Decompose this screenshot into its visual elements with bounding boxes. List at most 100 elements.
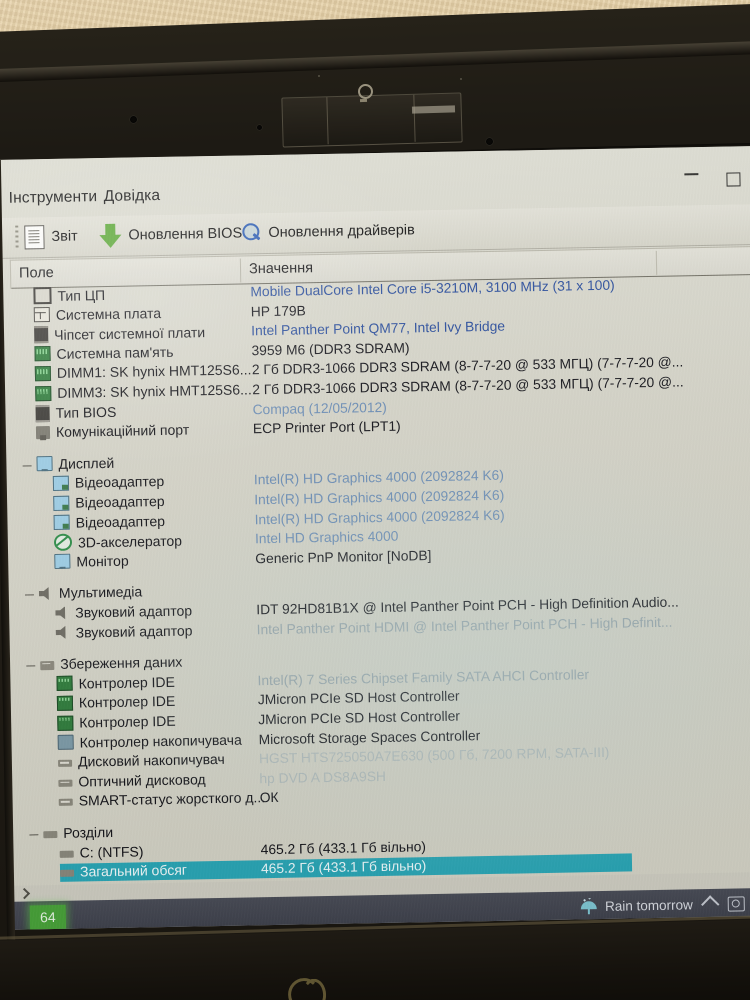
row-field-label: Оптичний дисковод	[78, 771, 206, 790]
column-header-value[interactable]: Значення	[249, 260, 313, 277]
aida64-window: Інструменти Довідка Звіт Оновлення BIOS	[0, 146, 750, 902]
row-field-label: Відеоадаптер	[74, 473, 165, 491]
row-field-label: Звуковий адаптор	[75, 622, 193, 641]
row-field-label: Контролер IDE	[78, 673, 176, 692]
bios-update-button[interactable]: Оновлення BIOS	[99, 218, 242, 251]
driver-update-button[interactable]: Оновлення драйверів	[241, 215, 415, 248]
row-field-label: Контролер IDE	[78, 693, 176, 711]
hp-logo	[287, 977, 327, 1000]
row-field-label: Системна пам'ять	[56, 343, 174, 362]
group-label: Збереження даних	[18, 654, 182, 673]
speaker-icon	[56, 626, 70, 639]
minimize-button[interactable]	[684, 173, 699, 176]
row-value: Intel(R) HD Graphics 4000 (2092824 K6)	[254, 487, 505, 508]
row-value: Intel HD Graphics 4000	[254, 528, 399, 547]
row-field-label: Відеоадаптер	[75, 512, 166, 531]
row-field-label: DIMM3: SK hynix HMT125S6...	[57, 381, 252, 401]
scroll-right-icon[interactable]	[15, 885, 30, 901]
video-adapter-icon	[53, 514, 70, 531]
row-value: HP 179B	[250, 302, 306, 319]
row-field-label: 3D-акселератор	[77, 532, 183, 551]
microphone-hole	[257, 125, 262, 130]
port-icon	[35, 425, 51, 439]
row-field-label: Відеоадаптер	[75, 492, 165, 511]
row-field-label: Тип BIOS	[55, 403, 117, 422]
download-arrow-icon	[99, 224, 121, 248]
row-field-label: Загальний обсяг	[79, 861, 188, 880]
row-value: hp DVD A DS8A9SH	[259, 768, 387, 787]
group-title: Розділи	[63, 823, 114, 841]
group-label: Розділи	[21, 824, 113, 842]
cpu-icon	[33, 286, 52, 305]
row-value: JMicron PCIe SD Host Controller	[258, 708, 461, 728]
row-field-label: Комунікаційний порт	[55, 421, 190, 441]
microphone-hole	[486, 138, 493, 145]
menu-help[interactable]: Довідка	[104, 187, 161, 206]
weather-widget[interactable]: Rain tomorrow	[581, 897, 693, 914]
row-value: Compaq (12/05/2012)	[252, 399, 387, 417]
row-value: 3959 М6 (DDR3 SDRAM)	[251, 340, 410, 359]
row-value: Microsoft Storage Spaces Controller	[258, 727, 481, 747]
magnifier-icon	[241, 223, 261, 243]
row-field-label: Системна плата	[55, 304, 162, 323]
row-value: ОК	[259, 790, 279, 806]
microphone-hole	[130, 116, 137, 123]
group-title: Мультимедіа	[58, 583, 143, 602]
column-header-field[interactable]: Поле	[19, 265, 54, 282]
video-adapter-icon	[52, 475, 70, 491]
storage-icon	[40, 660, 55, 670]
chevron-up-icon[interactable]	[701, 894, 720, 914]
bios-icon	[35, 404, 50, 422]
memory-icon	[34, 365, 52, 382]
row-field-label: Контролер накопичувача	[79, 731, 242, 751]
row-value: Intel(R) HD Graphics 4000 (2092824 K6)	[253, 468, 505, 488]
info-list: Тип ЦП Mobile DualCore Intel Core i5-3210…	[11, 274, 750, 887]
ide-controller-icon	[57, 715, 74, 731]
bios-update-label: Оновлення BIOS	[128, 225, 243, 244]
ide-controller-icon	[56, 695, 74, 711]
row-value: 465.2 Гб (433.1 Гб вільно)	[260, 838, 427, 857]
row-value: JMicron PCIe SD Host Controller	[257, 688, 460, 708]
row-field-label: Звуковий адаптор	[75, 602, 193, 621]
window-controls	[660, 166, 750, 192]
group-label: Дисплей	[14, 455, 114, 473]
speaker-icon	[39, 587, 53, 600]
menu-tools[interactable]: Інструменти	[9, 188, 98, 208]
report-icon	[24, 225, 45, 250]
row-field-label: Чіпсет системної плати	[54, 323, 206, 343]
maximize-button[interactable]	[726, 172, 741, 187]
network-icon[interactable]	[727, 895, 745, 912]
motherboard-icon	[33, 307, 50, 323]
disk-icon	[58, 779, 73, 787]
partition-icon	[60, 869, 75, 878]
ide-controller-icon	[56, 675, 73, 692]
webcam-indicator	[359, 98, 368, 103]
bezel-highlight	[411, 105, 456, 114]
partition-icon	[59, 850, 74, 858]
row-field-label: C: (NTFS)	[79, 842, 144, 861]
row-value: 465.2 Гб (433.1 Гб вільно)	[260, 858, 427, 877]
3d-accelerator-icon	[53, 533, 73, 552]
chipset-icon	[34, 326, 49, 344]
toolbar-grip[interactable]	[15, 225, 19, 250]
memory-icon	[34, 346, 51, 362]
disk-icon	[58, 799, 73, 807]
report-button[interactable]: Звіт	[24, 221, 78, 252]
disk-icon	[58, 759, 73, 768]
monitor-icon	[54, 553, 71, 570]
row-value: ECP Printer Port (LPT1)	[252, 418, 401, 437]
group-label: Мультимедіа	[17, 584, 143, 602]
speaker-icon	[55, 606, 69, 619]
column-divider[interactable]	[239, 258, 242, 283]
storage-controller-icon	[57, 734, 74, 751]
monitor-icon	[36, 456, 53, 472]
row-value: Intel(R) HD Graphics 4000 (2092824 K6)	[254, 507, 505, 527]
group-title: Збереження даних	[60, 653, 183, 673]
taskbar-badge-64[interactable]: 64	[29, 904, 67, 930]
row-field-label: Дисковий накопичувач	[77, 751, 225, 770]
report-label: Звіт	[51, 228, 78, 245]
row-field-label: Контролер IDE	[79, 712, 176, 731]
memory-icon	[35, 385, 52, 401]
row-field-label: DIMM1: SK hynix HMT125S6...	[56, 361, 252, 382]
column-divider[interactable]	[655, 250, 658, 275]
